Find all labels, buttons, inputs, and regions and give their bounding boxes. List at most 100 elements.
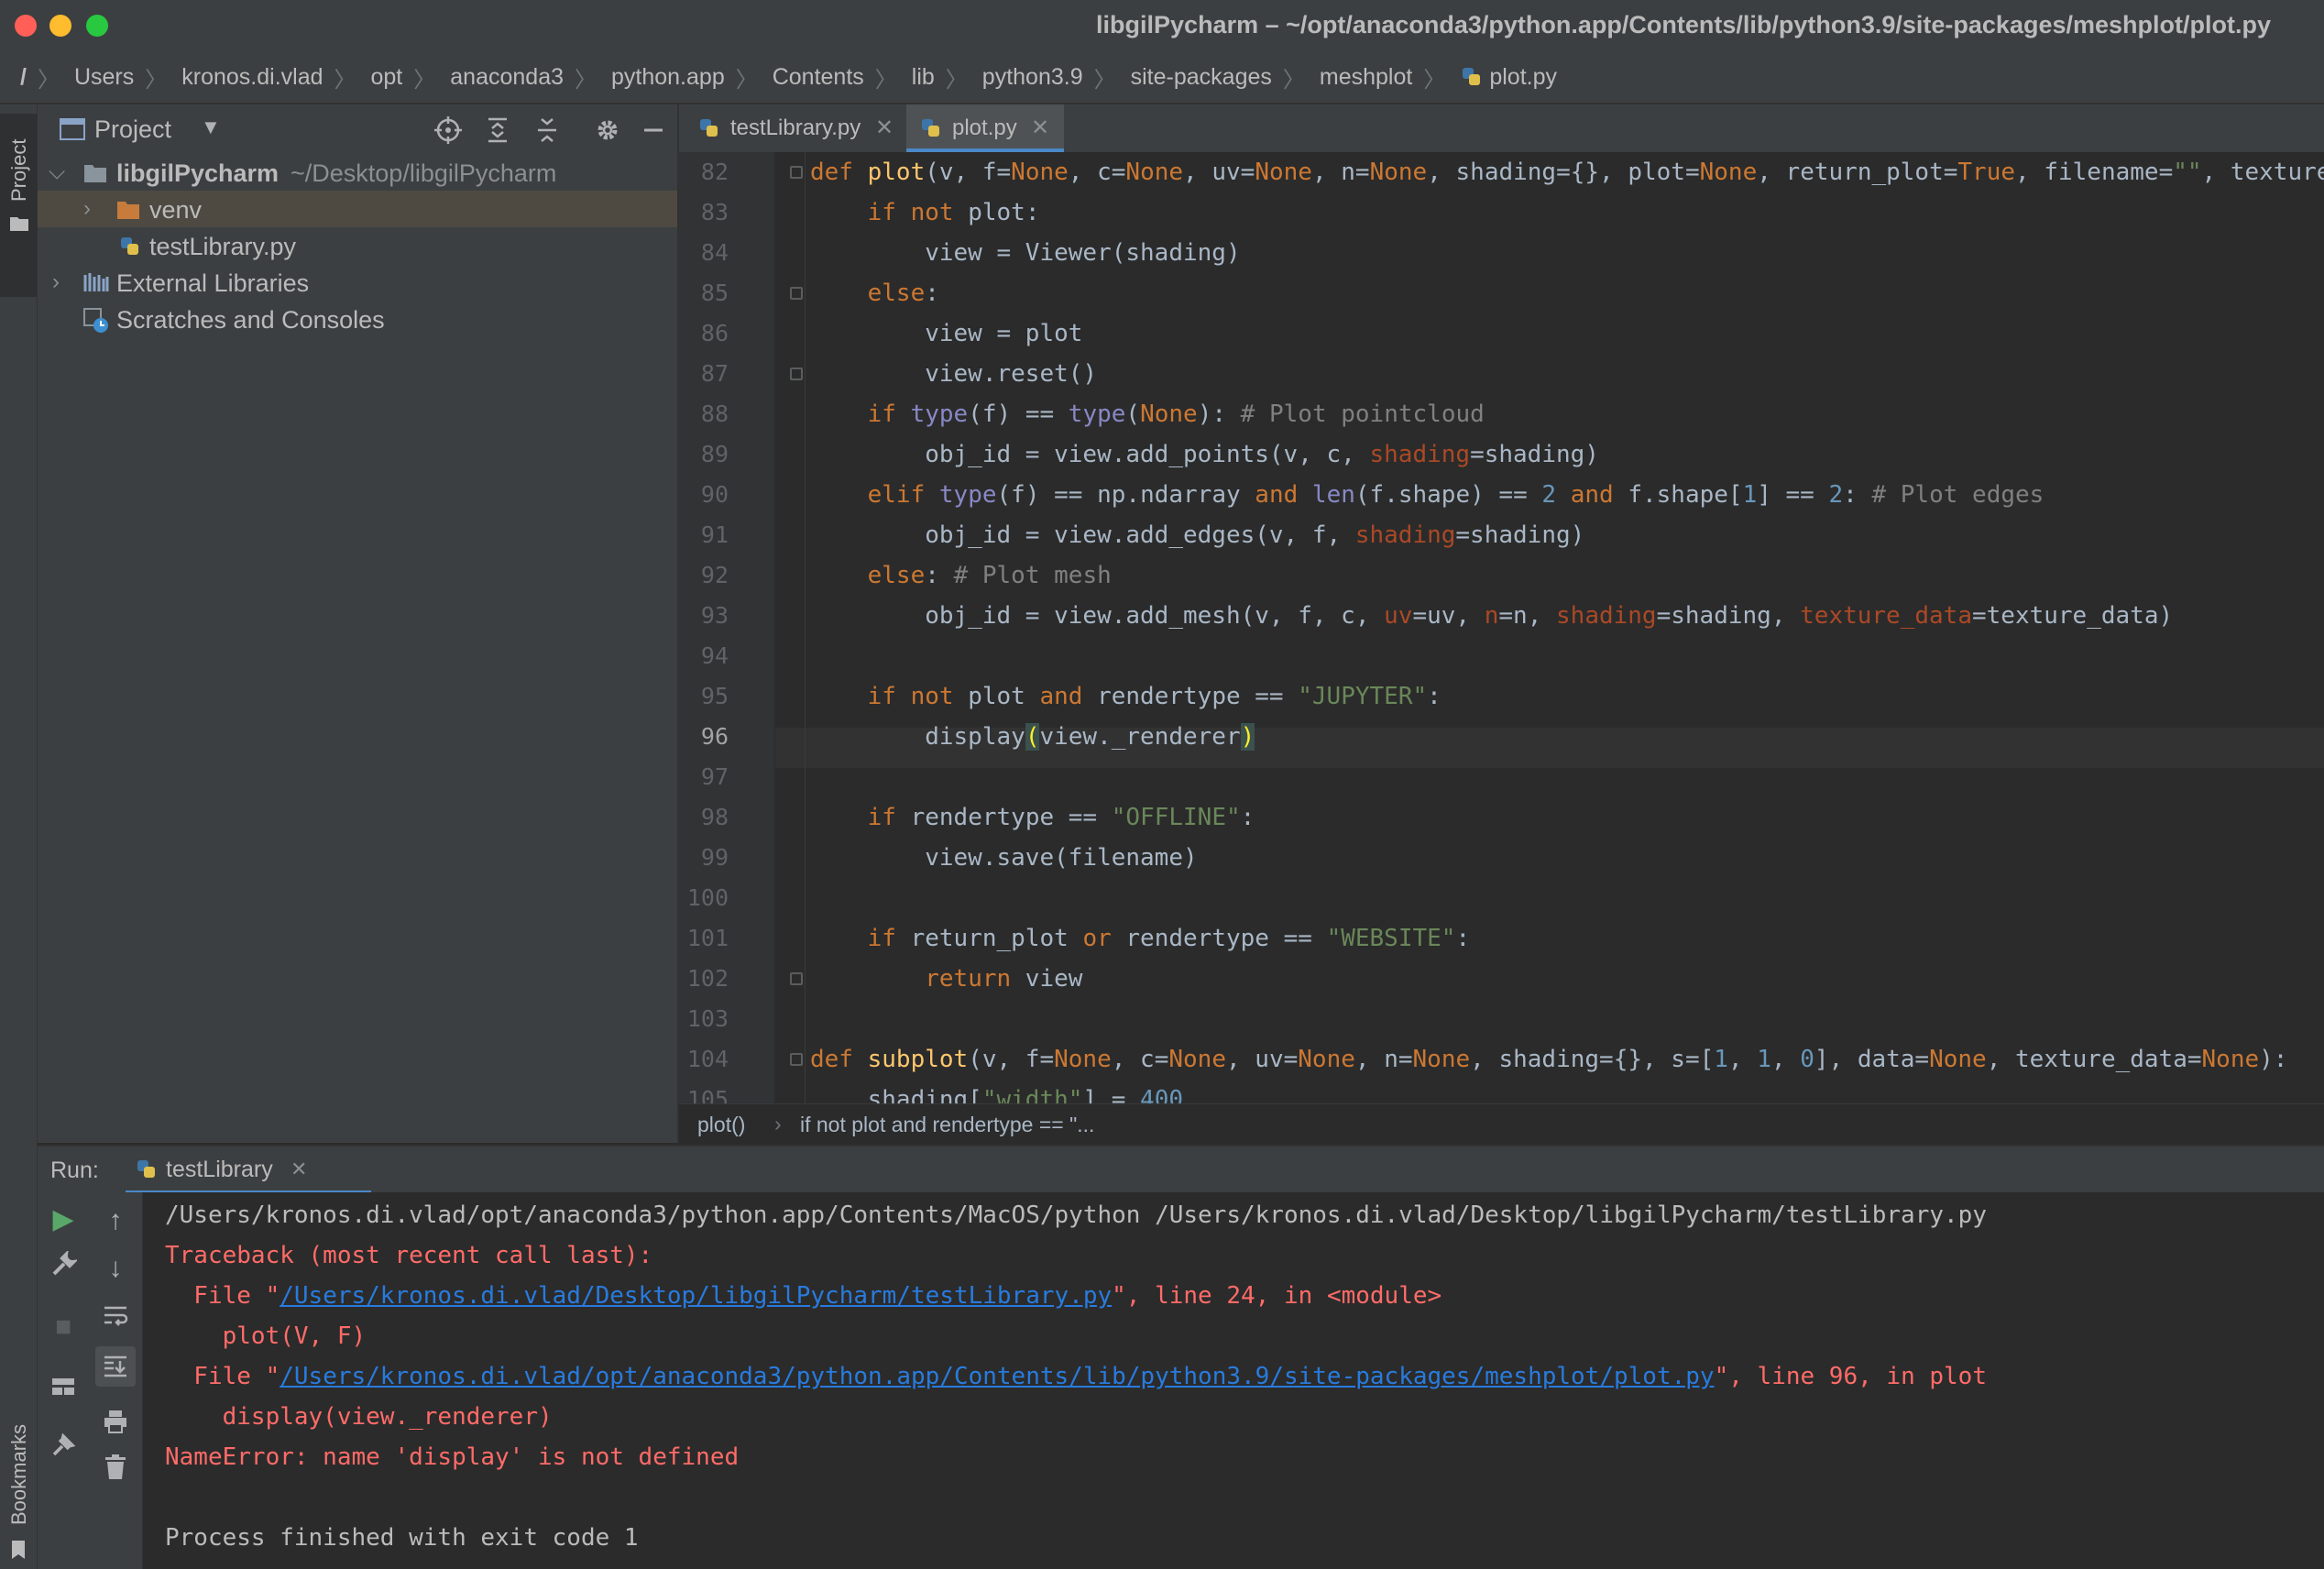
code-line: 87 view.reset() [679,354,2324,394]
code-text: shading["width"] = 400 [810,1086,1184,1103]
console-exit-message: Process finished with exit code 1 [165,1524,639,1552]
arrow-up-icon[interactable]: ↑ [89,1205,142,1236]
breadcrumb-plot-py[interactable]: plot.py [1460,64,1557,91]
close-icon[interactable]: ✕ [875,115,893,141]
fold-icon[interactable] [790,368,803,380]
editor-tabs: testLibrary.py ✕ plot.py ✕ [679,104,2324,153]
line-number: 92 [700,562,729,588]
wrench-icon[interactable] [38,1251,89,1278]
minimize-window-button[interactable] [49,15,71,37]
hide-panel-icon[interactable] [637,114,670,147]
tree-item-label: venv [149,196,203,224]
close-icon[interactable]: ✕ [290,1158,307,1181]
code-text: def subplot(v, f=None, c=None, uv=None, … [810,1046,2288,1073]
line-number: 102 [686,965,729,992]
tree-item-testlibrary[interactable]: testLibrary.py [38,227,677,264]
maximize-window-button[interactable] [86,15,108,37]
close-window-button[interactable] [15,15,37,37]
tree-item-project-root[interactable]: ⌵ libgilPycharm ~/Desktop/libgilPycharm [38,154,677,191]
console-traceback-file: File "/Users/kronos.di.vlad/Desktop/libg… [165,1282,1442,1310]
code-text: if return_plot or rendertype == "WEBSITE… [867,925,1471,952]
code-editor[interactable]: 82 def plot(v, f=None, c=None, uv=None, n… [679,152,2324,1103]
chevron-down-icon[interactable]: ⌵ [49,159,65,185]
tree-item-label: libgilPycharm [116,159,280,187]
chevron-right-icon[interactable]: › [83,196,91,222]
console-file-link[interactable]: /Users/kronos.di.vlad/opt/anaconda3/pyth… [280,1363,1714,1390]
layout-icon[interactable] [38,1376,89,1398]
line-number: 93 [700,602,729,629]
library-icon [83,271,109,293]
python-file-icon [697,116,721,140]
bookmarks-tool-label[interactable]: Bookmarks [7,1424,31,1525]
breadcrumb-lib[interactable]: lib [912,64,935,91]
chevron-down-icon[interactable]: ▼ [201,115,221,139]
pin-icon[interactable] [38,1432,89,1458]
breadcrumb-site-packages[interactable]: site-packages [1131,64,1272,91]
expand-all-icon[interactable] [481,114,514,147]
print-icon[interactable] [89,1409,142,1434]
run-console[interactable]: /Users/kronos.di.vlad/opt/anaconda3/pyth… [143,1192,2324,1569]
code-line: 86 view = plot [679,313,2324,354]
code-line: 91 obj_id = view.add_edges(v, f, shading… [679,515,2324,555]
tree-item-venv[interactable]: › venv [38,191,677,227]
breadcrumb-root[interactable]: / [20,64,27,91]
console-traceback-code: display(view._renderer) [165,1403,553,1431]
code-text: else: [867,280,939,307]
code-line: 90 elif type(f) == np.ndarray and len(f.… [679,475,2324,515]
project-panel-title[interactable]: Project [94,115,171,144]
fold-icon[interactable] [790,287,803,300]
tree-item-external-libraries[interactable]: › External Libraries [38,264,677,301]
tab-testlibrary[interactable]: testLibrary.py ✕ [679,104,904,152]
line-number: 84 [700,239,729,266]
chevron-right-icon: 〉 [37,67,60,93]
code-text: view = Viewer(shading) [810,239,1241,267]
console-text: ", line 24, in <module> [1112,1282,1442,1310]
console-file-link[interactable]: /Users/kronos.di.vlad/Desktop/libgilPych… [280,1282,1112,1310]
locate-icon[interactable] [432,114,465,147]
project-tool-button[interactable]: Project [0,114,37,297]
code-line: 98 if rendertype == "OFFLINE": [679,797,2324,838]
run-tab-label: testLibrary [166,1157,273,1182]
fold-icon[interactable] [790,1053,803,1066]
fold-icon[interactable] [790,972,803,985]
code-text: if not plot and rendertype == "JUPYTER": [867,683,1442,710]
gear-icon[interactable] [591,114,624,147]
breadcrumb-contents[interactable]: Contents [773,64,864,91]
breadcrumb-user[interactable]: kronos.di.vlad [181,64,323,91]
arrow-down-icon[interactable]: ↓ [89,1253,142,1284]
breadcrumb-anaconda3[interactable]: anaconda3 [450,64,564,91]
code-line: 103 [679,999,2324,1039]
chevron-right-icon[interactable]: › [52,269,60,295]
breadcrumb-opt[interactable]: opt [371,64,403,91]
code-text: if type(f) == type(None): # Plot pointcl… [867,400,1485,428]
line-number: 86 [700,320,729,346]
chevron-right-icon: 〉 [1282,67,1305,93]
trash-icon[interactable] [89,1454,142,1480]
breadcrumb-statement[interactable]: if not plot and rendertype == "... [800,1113,1094,1137]
code-line: 95 if not plot and rendertype == "JUPYTE… [679,676,2324,717]
breadcrumb-python39[interactable]: python3.9 [982,64,1083,91]
run-tab-testlibrary[interactable]: testLibrary ✕ [126,1147,371,1194]
console-error-message: NameError: name 'display' is not defined [165,1443,740,1471]
breadcrumb-python-app[interactable]: python.app [611,64,725,91]
folder-icon [9,214,29,233]
rerun-icon[interactable]: ▶ [38,1203,89,1235]
python-file-icon [919,116,943,140]
breadcrumb-users[interactable]: Users [74,64,134,91]
code-line: 85 else: [679,273,2324,313]
run-secondary-toolbar: ↑ ↓ [89,1192,143,1569]
fold-icon[interactable] [790,166,803,179]
breadcrumb-meshplot[interactable]: meshplot [1320,64,1412,91]
breadcrumb-function[interactable]: plot() [697,1113,745,1137]
collapse-all-icon[interactable] [531,114,564,147]
stop-icon[interactable]: ■ [38,1311,89,1343]
tab-label: testLibrary.py [730,115,861,140]
line-number: 82 [700,159,729,185]
scroll-to-end-button[interactable] [95,1346,136,1387]
code-text: elif type(f) == np.ndarray and len(f.sha… [867,481,2044,509]
soft-wrap-icon[interactable] [89,1300,142,1328]
console-text: ", line 96, in plot [1714,1363,1987,1390]
tab-plot-py[interactable]: plot.py ✕ [906,104,1064,152]
tree-item-scratches[interactable]: Scratches and Consoles [38,301,677,337]
close-icon[interactable]: ✕ [1031,115,1049,141]
